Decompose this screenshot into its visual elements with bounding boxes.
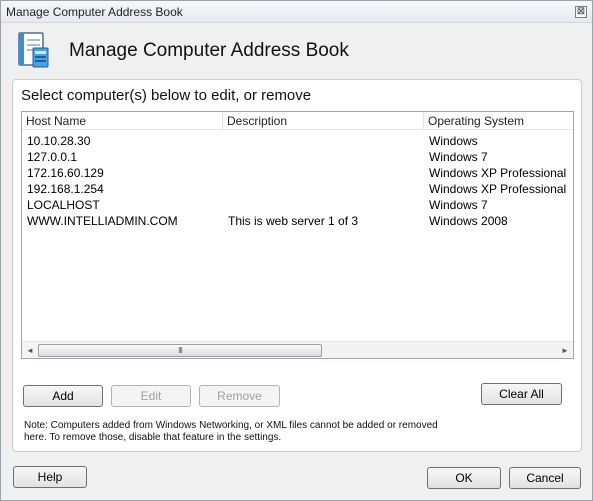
operating-system-cell: Windows — [429, 134, 478, 148]
clear-all-button[interactable]: Clear All — [481, 383, 562, 405]
remove-button[interactable]: Remove — [199, 385, 280, 407]
table-row[interactable]: 172.16.60.129 Windows XP Professional — [22, 165, 573, 181]
operating-system-cell: Windows 2008 — [429, 214, 508, 228]
header-title: Manage Computer Address Book — [69, 40, 349, 61]
scroll-thumb[interactable]: III — [38, 344, 322, 357]
operating-system-cell: Windows XP Professional — [429, 182, 567, 196]
table-row[interactable]: 127.0.0.1 Windows 7 — [22, 149, 573, 165]
title-bar[interactable]: Manage Computer Address Book ⊠ — [1, 1, 592, 23]
column-header-description[interactable]: Description — [223, 112, 424, 130]
operating-system-cell: Windows 7 — [429, 150, 488, 164]
list-rows: 10.10.28.30 Windows 127.0.0.1 Windows 7 … — [22, 133, 573, 229]
edit-button[interactable]: Edit — [111, 385, 191, 407]
operating-system-cell: Windows XP Professional — [429, 166, 567, 180]
scroll-left-icon[interactable]: ◄ — [23, 344, 37, 357]
note-text: Note: Computers added from Windows Netwo… — [24, 420, 438, 443]
operating-system-cell: Windows 7 — [429, 198, 488, 212]
manage-address-book-window: Manage Computer Address Book ⊠ Manage Co… — [0, 0, 593, 501]
add-button[interactable]: Add — [23, 385, 103, 407]
ok-button[interactable]: OK — [427, 467, 501, 489]
host-name-cell: 192.168.1.254 — [27, 182, 104, 196]
list-header: Host Name Description Operating System — [22, 112, 573, 130]
table-row[interactable]: LOCALHOST Windows 7 — [22, 197, 573, 213]
computer-list-panel: Select computer(s) below to edit, or rem… — [12, 79, 582, 452]
host-name-cell: 172.16.60.129 — [27, 166, 104, 180]
host-name-cell: 10.10.28.30 — [27, 134, 91, 148]
host-name-cell: WWW.INTELLIADMIN.COM — [27, 214, 178, 228]
help-button[interactable]: Help — [13, 466, 87, 488]
table-row[interactable]: 192.168.1.254 Windows XP Professional — [22, 181, 573, 197]
computer-list[interactable]: Host Name Description Operating System 1… — [21, 111, 574, 359]
table-row[interactable]: 10.10.28.30 Windows — [22, 133, 573, 149]
table-row[interactable]: WWW.INTELLIADMIN.COM This is web server … — [22, 213, 573, 229]
column-header-host-name[interactable]: Host Name — [22, 112, 223, 130]
description-cell: This is web server 1 of 3 — [228, 214, 359, 228]
document-computer-icon — [18, 32, 49, 68]
window-title: Manage Computer Address Book — [6, 5, 183, 19]
host-name-cell: LOCALHOST — [27, 198, 100, 212]
horizontal-scrollbar[interactable]: ◄ III ► — [22, 341, 573, 358]
scroll-right-icon[interactable]: ► — [558, 344, 572, 357]
host-name-cell: 127.0.0.1 — [27, 150, 78, 164]
close-icon[interactable]: ⊠ — [575, 6, 587, 18]
instruction-text: Select computer(s) below to edit, or rem… — [21, 87, 312, 104]
cancel-button[interactable]: Cancel — [509, 467, 581, 489]
column-header-operating-system[interactable]: Operating System — [424, 112, 573, 130]
